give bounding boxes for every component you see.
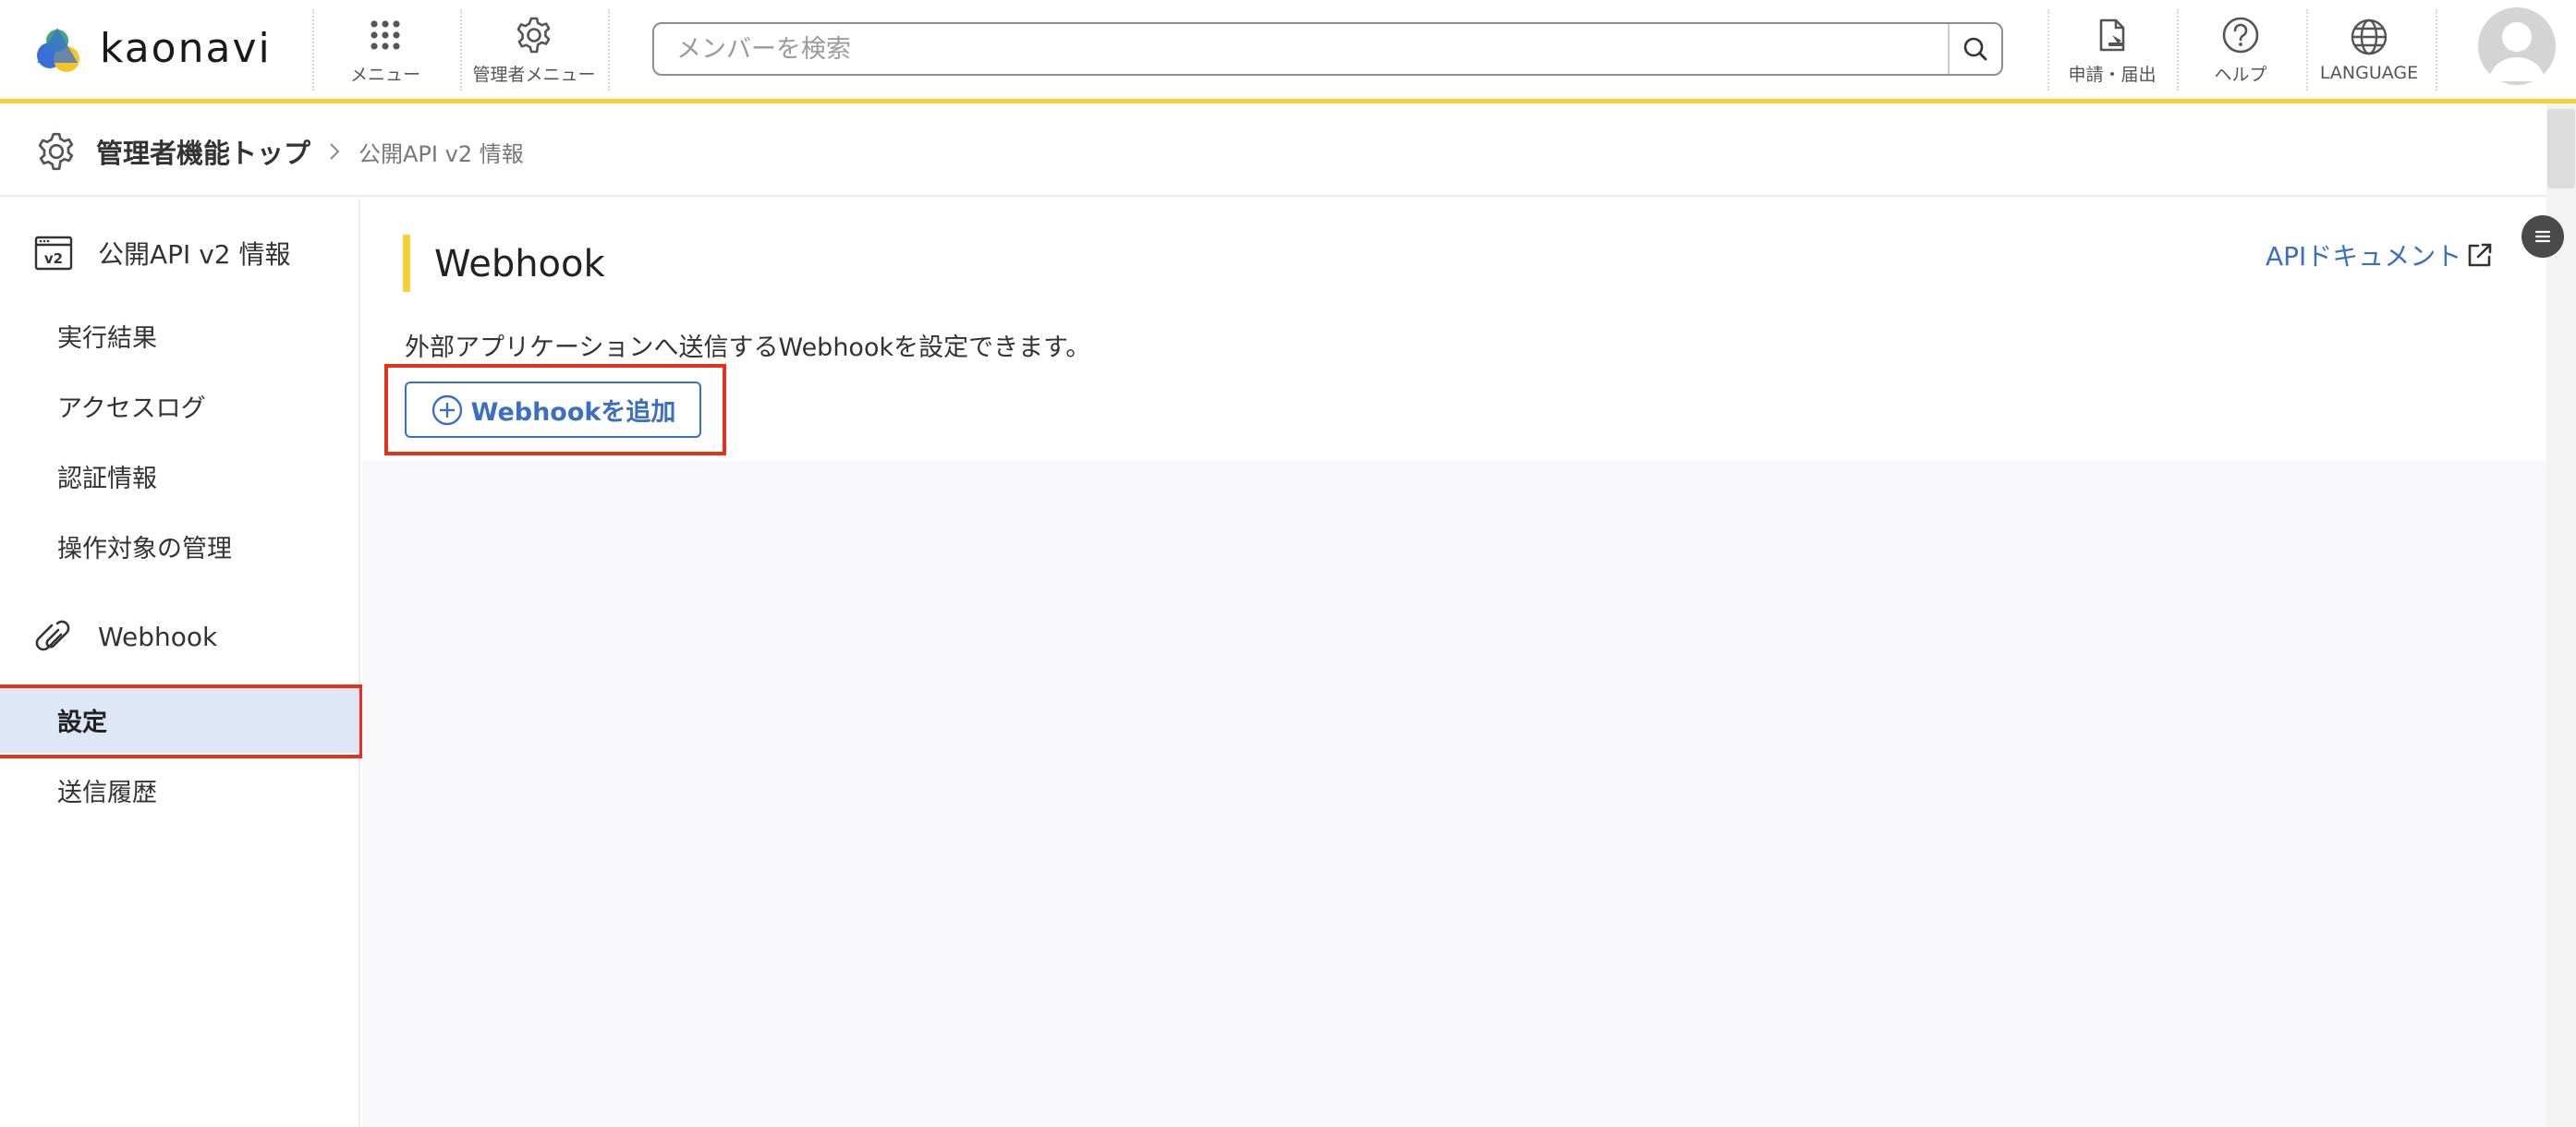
gear-icon — [38, 132, 74, 171]
sidebar-section-webhook[interactable]: Webhook — [0, 600, 360, 673]
gear-icon — [516, 17, 551, 53]
sidebar-item-label: 実行結果 — [57, 323, 157, 353]
sidebar-item-access-log[interactable]: アクセスログ — [0, 372, 360, 439]
sidebar-item-label: 設定 — [57, 708, 107, 737]
add-webhook-button-label: Webhookを追加 — [470, 398, 676, 427]
page-description: 外部アプリケーションへ送信するWebhookを設定できます。 — [405, 333, 1091, 362]
sidebar-item-label: 送信履歴 — [57, 778, 157, 807]
user-silhouette-icon — [2489, 22, 2545, 81]
header-divider — [2306, 9, 2308, 91]
title-accent-bar — [403, 235, 410, 292]
scrollbar-track[interactable] — [2546, 103, 2576, 1127]
page-title: Webhook — [434, 243, 605, 285]
breadcrumb-current: 公開API v2 情報 — [358, 140, 524, 167]
chevron-right-icon — [330, 143, 340, 160]
header-divider — [2047, 9, 2049, 91]
language-label: LANGUAGE — [2319, 63, 2419, 83]
add-webhook-button[interactable]: Webhookを追加 — [405, 382, 701, 438]
svg-text:v2: v2 — [44, 250, 63, 267]
api-document-link-label: APIドキュメント — [2266, 241, 2462, 272]
scrollbar-thumb[interactable] — [2547, 109, 2575, 188]
floating-menu-button[interactable] — [2521, 215, 2564, 258]
logo-text: kaonavi — [100, 24, 272, 72]
help-button[interactable]: ヘルプ — [2190, 7, 2291, 92]
language-button[interactable]: LANGUAGE — [2312, 7, 2426, 92]
search-icon — [1963, 37, 1987, 61]
sidebar-section-webhook-title: Webhook — [98, 621, 218, 652]
grid-icon — [371, 19, 400, 50]
header-divider — [460, 9, 462, 91]
request-label: 申請・届出 — [2068, 64, 2157, 85]
sidebar-section-api-v2[interactable]: v2 公開API v2 情報 — [0, 216, 360, 290]
kaonavi-logo-icon — [37, 28, 79, 72]
external-link-icon — [2469, 243, 2492, 267]
sidebar-item-target-management[interactable]: 操作対象の管理 — [0, 513, 360, 579]
breadcrumb-admin-top[interactable]: 管理者機能トップ — [96, 132, 310, 171]
member-search-input[interactable] — [654, 24, 1948, 74]
document-stamp-icon — [2099, 18, 2125, 51]
sidebar-item-label: アクセスログ — [57, 394, 206, 423]
hamburger-menu-icon — [2534, 230, 2551, 243]
user-avatar[interactable] — [2478, 7, 2556, 85]
sidebar-item-label: 認証情報 — [57, 464, 157, 493]
sidebar-section-api-v2-title: 公開API v2 情報 — [98, 239, 291, 270]
globe-icon — [2351, 18, 2388, 55]
request-button[interactable]: 申請・届出 — [2059, 7, 2166, 92]
global-header: kaonavi メニュー 管理者メニュー メンバーを検索 申請・届出 ヘルプ L… — [0, 0, 2576, 103]
member-search — [652, 22, 2003, 76]
sidebar-item-label: 操作対象の管理 — [57, 534, 232, 564]
header-divider — [2436, 9, 2437, 91]
sidebar: v2 公開API v2 情報 実行結果 アクセスログ 認証情報 操作対象の管理 … — [0, 199, 360, 1127]
kaonavi-logo[interactable]: kaonavi — [30, 18, 272, 78]
sidebar-item-auth-info[interactable]: 認証情報 — [0, 442, 360, 509]
api-document-link[interactable]: APIドキュメント — [2266, 236, 2495, 273]
header-divider — [312, 9, 314, 91]
menu-button[interactable]: メニュー — [334, 7, 436, 92]
header-divider — [608, 9, 610, 91]
menu-label: メニュー — [349, 64, 420, 85]
sidebar-item-settings[interactable]: 設定 — [0, 686, 360, 753]
sidebar-item-send-history[interactable]: 送信履歴 — [0, 757, 360, 823]
plus-circle-icon — [431, 394, 462, 425]
header-divider — [2177, 9, 2179, 91]
help-label: ヘルプ — [2214, 64, 2267, 85]
link-chain-icon — [35, 620, 70, 651]
admin-menu-button[interactable]: 管理者メニュー — [466, 7, 602, 92]
admin-menu-label: 管理者メニュー — [472, 64, 596, 85]
breadcrumb: 管理者機能トップ 公開API v2 情報 — [0, 108, 2546, 197]
api-v2-window-icon: v2 — [34, 236, 73, 271]
help-icon — [2222, 17, 2259, 53]
search-button[interactable] — [1948, 24, 2001, 74]
sidebar-item-execution-results[interactable]: 実行結果 — [0, 302, 360, 369]
